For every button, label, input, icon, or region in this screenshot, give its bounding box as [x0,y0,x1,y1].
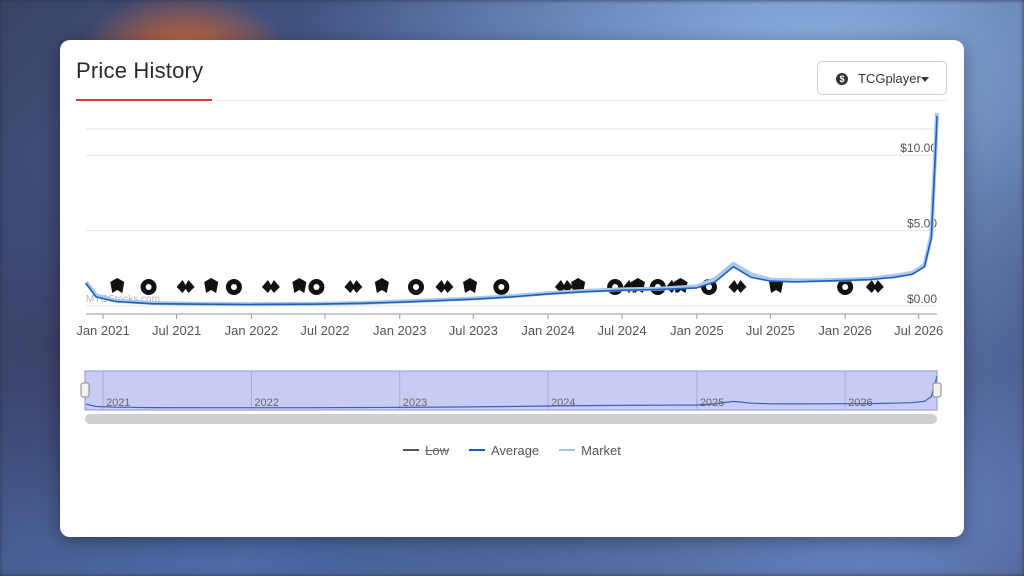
navigator-handle-right[interactable] [932,382,942,398]
x-tick-label: Jul 2023 [449,323,498,338]
set-symbol-icon[interactable] [344,280,363,293]
set-symbol-shape [344,280,363,293]
set-symbol-icon[interactable] [110,278,125,293]
set-symbol-icon[interactable] [374,278,389,293]
series-line-average[interactable] [85,115,938,306]
x-tick-label: Jan 2024 [521,323,575,338]
x-tick-label: Jan 2025 [670,323,724,338]
legend-item-low[interactable]: Low [403,440,449,460]
x-tick-label: Jul 2026 [894,323,943,338]
legend-label: Average [490,442,540,458]
set-symbol-icon[interactable] [407,279,424,295]
x-tick-label: Jul 2024 [597,323,646,338]
set-symbol-shape [498,284,505,290]
set-symbol-icon[interactable] [607,279,624,295]
set-symbol-shape [842,284,849,290]
set-symbol-shape [145,284,152,290]
set-symbol-shape [728,280,747,293]
set-symbol-icon[interactable] [292,278,307,293]
set-symbol-shape [292,278,307,293]
set-symbol-icon[interactable] [225,279,242,295]
legend-item-market[interactable]: Market [559,440,621,460]
set-symbol-shape [313,284,320,290]
legend-label: Market [581,442,621,458]
navigator-scrollbar[interactable] [85,414,937,424]
set-symbol-shape [374,278,389,293]
legend-swatch [468,449,485,451]
set-symbol-icon[interactable] [261,280,280,293]
set-symbol-shape [176,280,195,293]
set-symbol-icon[interactable] [204,278,219,293]
set-symbol-icon[interactable] [728,280,747,293]
x-tick-label: Jan 2022 [225,323,278,338]
navigator-year-label: 2026 [848,397,872,409]
x-tick-label: Jan 2021 [76,323,129,338]
set-symbol-shape [865,280,884,293]
x-tick-label: Jul 2021 [152,323,201,338]
set-symbol-shape [230,284,237,290]
x-tick-label: Jan 2026 [818,323,872,338]
set-symbol-shape [463,278,478,293]
legend-swatch [559,449,576,451]
x-tick-label: Jul 2025 [746,323,795,338]
y-tick-label: $0.00 [907,292,937,306]
chart-legend: Low Average Market [60,440,964,460]
set-symbol-shape [204,278,219,293]
series-line-market[interactable] [84,112,939,307]
set-symbol-shape [412,284,419,290]
set-symbol-icon[interactable] [308,279,325,295]
y-tick-label: $10.00 [900,141,937,155]
legend-label: Low [425,442,449,458]
set-symbol-icon[interactable] [865,280,884,293]
legend-swatch [403,449,420,451]
set-symbol-icon[interactable] [463,278,478,293]
price-chart[interactable]: $0.00$5.00$10.00Jan 2021 Jul 2021 Jan 2022… [60,40,964,440]
navigator-handle-left[interactable] [80,382,90,398]
navigator-year-label: 2024 [551,397,575,409]
legend-item-average[interactable]: Average [468,440,540,460]
set-symbol-icon[interactable] [176,280,195,293]
x-tick-label: Jul 2022 [300,323,349,338]
set-symbol-icon[interactable] [435,280,454,293]
x-tick-label: Jan 2023 [373,323,427,338]
set-symbol-shape [110,278,125,293]
set-symbol-icon[interactable] [493,279,510,295]
set-symbol-shape [261,280,280,293]
set-symbol-icon[interactable] [140,279,157,295]
set-symbol-shape [435,280,454,293]
price-history-card: Price History $ TCGplayer $0.00 $5.00 $10.… [60,40,964,537]
